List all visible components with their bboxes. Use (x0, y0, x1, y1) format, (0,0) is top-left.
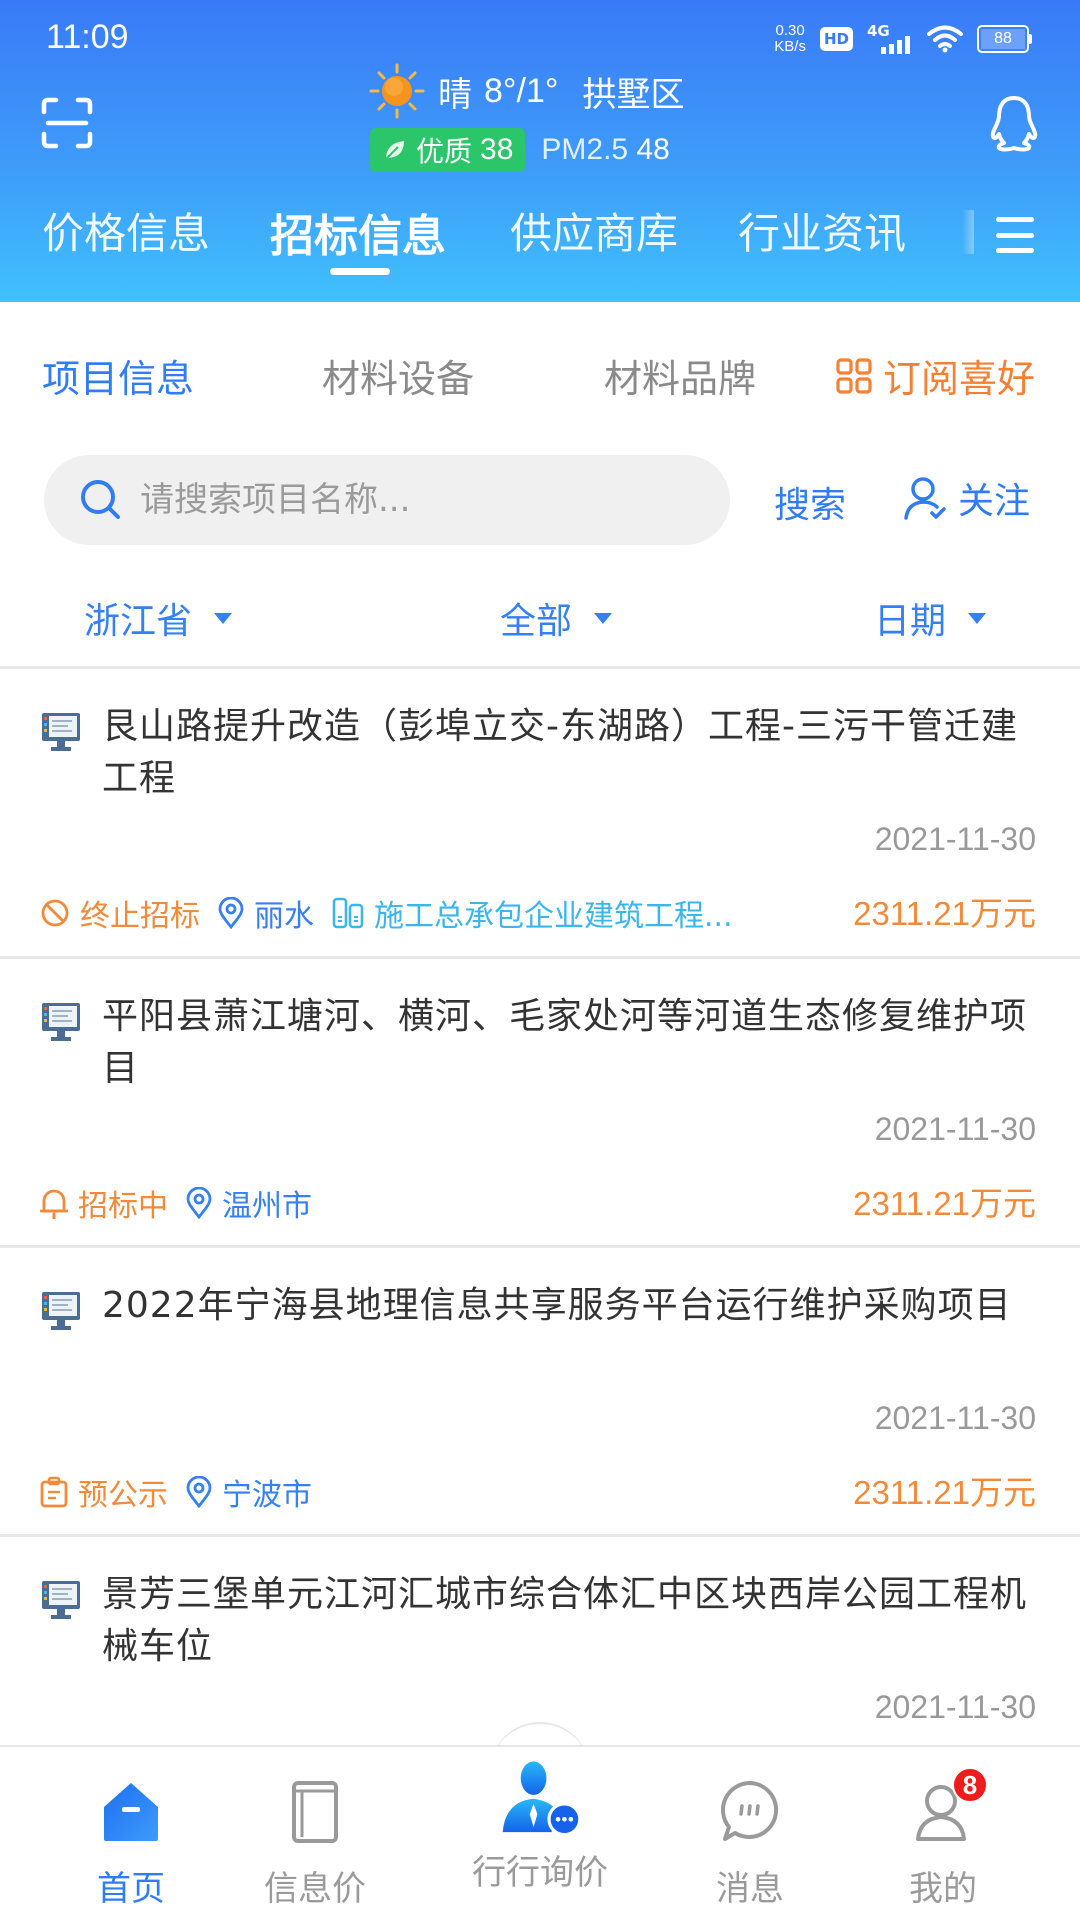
project-city: 温州市 (186, 1181, 312, 1225)
project-city: 丽水 (218, 891, 314, 935)
monitor-document-icon (42, 1581, 80, 1619)
filter-bar: 浙江省 全部 日期 (0, 592, 1080, 652)
nav-messages[interactable]: 消息 (650, 1747, 850, 1920)
notification-badge: 8 (952, 1767, 988, 1803)
ban-icon (41, 899, 69, 927)
wifi-icon (927, 25, 963, 53)
bottom-nav: 首页 信息价 行行询价 消息 8 我的 (0, 1745, 1080, 1920)
follow-button[interactable]: 关注 (902, 472, 1030, 524)
region-filter[interactable]: 浙江省 (84, 592, 233, 644)
project-list: 艮山路提升改造（彭埠立交-东湖路）工程-三污干管迁建工程 2021-11-30 … (0, 669, 1080, 1826)
weather-info[interactable]: 晴 8°/1° 拱墅区 (368, 62, 684, 120)
weather-district: 拱墅区 (582, 74, 685, 115)
aqi-badge: 优质 38 (370, 128, 526, 172)
cellular-signal-icon: 4G (867, 22, 913, 56)
building-icon (332, 897, 364, 929)
nav-profile[interactable]: 8 我的 (843, 1747, 1043, 1920)
agent-icon (502, 1761, 582, 1837)
app-header: 11:09 0.30 KB/s HD 4G 88 晴 8°/1° 拱墅区 优质 … (0, 0, 1080, 302)
project-item[interactable]: 2022年宁海县地理信息共享服务平台运行维护采购项目 2021-11-30 预公… (0, 1248, 1080, 1537)
project-date: 2021-11-30 (874, 1400, 1036, 1436)
status-icons: 0.30 KB/s HD 4G 88 (774, 22, 1032, 56)
weather-temperature: 8°/1° (484, 71, 559, 110)
user-icon-wrapper: 8 (908, 1767, 988, 1847)
network-speed: 0.30 KB/s (774, 22, 806, 55)
project-title: 2022年宁海县地理信息共享服务平台运行维护采购项目 (102, 1285, 1012, 1326)
status-badge: 终止招标 (40, 891, 200, 935)
weather-condition: 晴 (438, 74, 472, 115)
project-meta: 预公示 宁波市 (40, 1470, 312, 1514)
subtab-material-brands[interactable]: 材料品牌 (604, 348, 756, 403)
project-amount: 2311.21万元 (853, 1474, 1036, 1511)
nav-info-price[interactable]: 信息价 (215, 1747, 415, 1920)
user-check-icon (904, 477, 946, 520)
project-item[interactable]: 艮山路提升改造（彭埠立交-东湖路）工程-三污干管迁建工程 2021-11-30 … (0, 669, 1080, 959)
tab-overflow-fade (962, 210, 974, 254)
sun-icon (369, 63, 425, 119)
search-bar (44, 455, 730, 545)
status-badge: 招标中 (40, 1181, 168, 1225)
sort-filter[interactable]: 日期 (874, 592, 987, 644)
project-qualification: 施工总承包企业建筑工程... (332, 891, 733, 935)
location-pin-icon (186, 1476, 212, 1508)
project-date: 2021-11-30 (874, 1689, 1036, 1725)
scan-icon[interactable] (40, 96, 94, 150)
location-pin-icon (218, 897, 244, 929)
qq-penguin-icon[interactable] (986, 94, 1042, 154)
top-tab-bar: 价格信息 招标信息 供应商库 行业资讯 (0, 200, 1080, 280)
project-date: 2021-11-30 (874, 1111, 1036, 1147)
status-time: 11:09 (46, 18, 129, 56)
project-amount: 2311.21万元 (853, 1185, 1036, 1222)
project-title: 平阳县萧江塘河、横河、毛家处河等河道生态修复维护项目 (102, 996, 1028, 1089)
project-meta: 招标中 温州市 (40, 1181, 312, 1225)
monitor-document-icon (42, 713, 80, 751)
leaf-icon (385, 141, 404, 160)
tab-industry-news[interactable]: 行业资讯 (738, 200, 906, 261)
subscribe-preferences-button[interactable]: 订阅喜好 (835, 348, 1035, 403)
hd-icon: HD (819, 27, 853, 51)
book-icon (292, 1781, 338, 1843)
caret-down-icon (968, 612, 987, 624)
bell-icon (40, 1189, 68, 1219)
project-amount: 2311.21万元 (853, 895, 1036, 932)
search-button[interactable]: 搜索 (774, 476, 846, 528)
sub-tab-bar: 项目信息 材料设备 材料品牌 订阅喜好 (0, 348, 1080, 408)
location-pin-icon (186, 1187, 212, 1219)
search-icon (81, 480, 120, 519)
pm25-reading: PM2.5 48 (541, 133, 670, 166)
battery-icon: 88 (977, 25, 1032, 53)
subtab-project-info[interactable]: 项目信息 (42, 348, 194, 403)
status-badge: 预公示 (40, 1470, 168, 1514)
project-title: 景芳三堡单元江河汇城市综合体汇中区块西岸公园工程机械车位 (102, 1574, 1028, 1667)
monitor-document-icon (42, 1292, 80, 1330)
monitor-document-icon (42, 1003, 80, 1041)
nav-inquiry[interactable]: 行行询价 (440, 1747, 640, 1920)
project-city: 宁波市 (186, 1470, 312, 1514)
nav-home[interactable]: 首页 (31, 1747, 231, 1920)
active-tab-indicator (330, 268, 390, 275)
tab-supplier-library[interactable]: 供应商库 (510, 200, 678, 261)
tab-price-info[interactable]: 价格信息 (42, 200, 210, 261)
home-icon (104, 1783, 158, 1841)
menu-icon[interactable] (996, 217, 1034, 253)
tab-bidding-info[interactable]: 招标信息 (270, 200, 446, 264)
project-item[interactable]: 平阳县萧江塘河、横河、毛家处河等河道生态修复维护项目 2021-11-30 招标… (0, 959, 1080, 1248)
grid-icon (836, 357, 872, 394)
project-date: 2021-11-30 (874, 821, 1036, 857)
search-input[interactable] (140, 480, 660, 520)
subtab-materials-equipment[interactable]: 材料设备 (322, 348, 474, 403)
caret-down-icon (594, 612, 613, 624)
caret-down-icon (214, 612, 233, 624)
chat-icon (721, 1781, 779, 1841)
air-quality-row: 优质 38 PM2.5 48 (370, 128, 670, 172)
category-filter[interactable]: 全部 (500, 592, 613, 644)
clipboard-icon (40, 1476, 68, 1508)
project-title: 艮山路提升改造（彭埠立交-东湖路）工程-三污干管迁建工程 (102, 706, 1018, 799)
project-meta: 终止招标 丽水 施工总承包企业建筑工程... (40, 891, 733, 935)
